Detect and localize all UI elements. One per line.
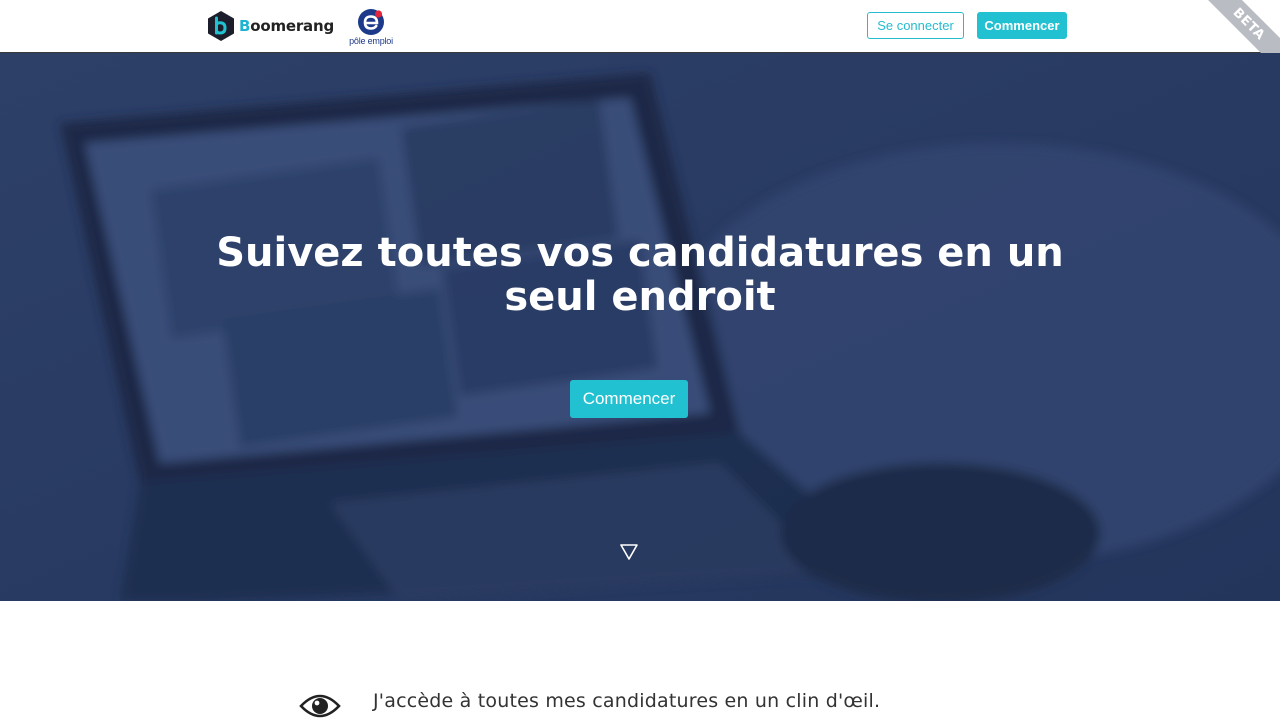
eye-icon: [299, 694, 341, 718]
brand-initial: B: [239, 17, 251, 35]
hero-start-button[interactable]: Commencer: [570, 380, 688, 418]
start-button[interactable]: Commencer: [977, 12, 1067, 39]
pole-emploi-text: pôle emploi: [349, 36, 393, 46]
boomerang-hex-icon: [208, 11, 234, 41]
hero-banner: Suivez toutes vos candidatures en un seu…: [0, 53, 1280, 601]
boomerang-logo[interactable]: Boomerang: [205, 10, 334, 42]
login-button[interactable]: Se connecter: [867, 12, 964, 39]
brand-name-rest: oomerang: [250, 17, 334, 35]
laptop-background-image: [0, 53, 1280, 601]
pole-emploi-logo[interactable]: pôle emploi: [347, 8, 395, 48]
pole-emploi-mark-icon: [358, 9, 384, 35]
brand-name: Boomerang: [239, 17, 334, 35]
feature-text: J'accède à toutes mes candidatures en un…: [373, 690, 881, 712]
top-nav: Boomerang pôle emploi Se connecter Comme…: [0, 0, 1280, 53]
scroll-down-arrow-icon[interactable]: [619, 543, 639, 561]
hero-title: Suivez toutes vos candidatures en un seu…: [216, 230, 1064, 320]
